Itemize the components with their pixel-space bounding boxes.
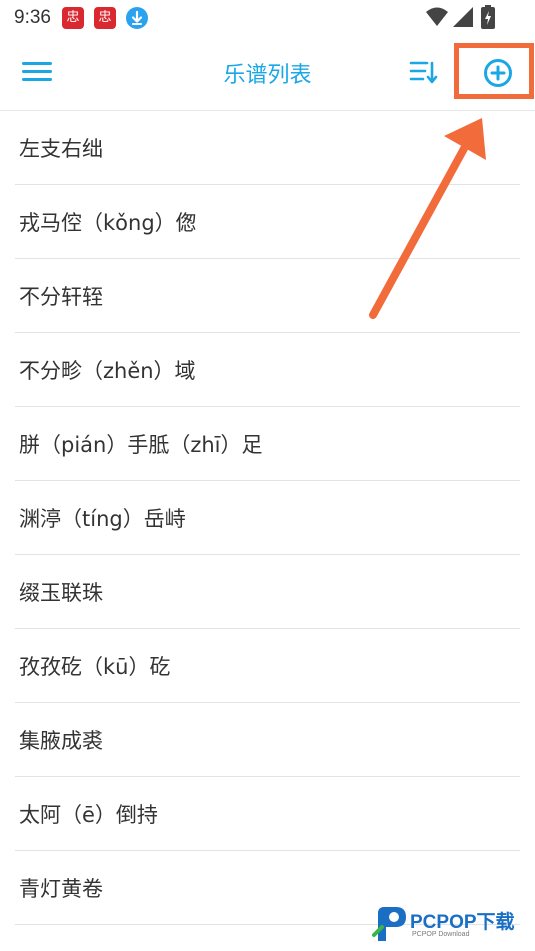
song-title: 左支右绌 <box>19 137 103 161</box>
battery-charging-icon <box>481 5 495 29</box>
add-button[interactable] <box>482 57 514 89</box>
sort-icon <box>409 61 438 84</box>
list-item[interactable]: 左支右绌 <box>0 111 535 185</box>
list-item[interactable]: 不分轩轾 <box>0 259 535 333</box>
song-title: 胼（pián）手胝（zhī）足 <box>19 433 263 457</box>
song-title: 青灯黄卷 <box>19 877 103 901</box>
watermark-subtext: PCPOP Download <box>412 931 470 938</box>
song-title: 孜孜矻（kū）矻 <box>19 655 171 679</box>
list-item[interactable]: 太阿（ē）倒持 <box>0 777 535 851</box>
song-title: 戎马倥（kǒng）偬 <box>19 211 197 235</box>
list-item[interactable]: 青灯黄卷 <box>0 851 535 925</box>
divider <box>15 924 520 925</box>
list-item[interactable]: 不分畛（zhěn）域 <box>0 333 535 407</box>
song-title: 太阿（ē）倒持 <box>19 803 158 827</box>
song-title: 缀玉联珠 <box>19 581 103 605</box>
wifi-icon <box>426 7 448 26</box>
app-notification-icon: 忠 <box>94 7 116 29</box>
song-title: 不分轩轾 <box>19 285 103 309</box>
app-notification-icon: 忠 <box>62 7 84 29</box>
sort-button[interactable] <box>409 58 439 86</box>
app-bar: 乐谱列表 <box>0 36 535 111</box>
list-item[interactable]: 孜孜矻（kū）矻 <box>0 629 535 703</box>
page-title: 乐谱列表 <box>223 63 312 88</box>
signal-icon <box>453 7 473 27</box>
list-item[interactable]: 集腋成裘 <box>0 703 535 777</box>
list-item[interactable]: 戎马倥（kǒng）偬 <box>0 185 535 259</box>
song-title: 集腋成裘 <box>19 729 103 753</box>
add-circle-icon <box>484 59 512 87</box>
screen: 9:36 忠 忠 乐谱列表 左支右绌 戎马倥（kǒng）偬 不分轩轾 不分畛（z… <box>0 0 535 951</box>
download-icon <box>126 7 148 29</box>
list-item[interactable]: 缀玉联珠 <box>0 555 535 629</box>
status-bar: 9:36 忠 忠 <box>0 0 535 36</box>
status-time: 9:36 <box>14 7 51 28</box>
song-title: 渊渟（tíng）岳峙 <box>19 507 186 531</box>
song-title: 不分畛（zhěn）域 <box>19 359 196 383</box>
song-list: 左支右绌戎马倥（kǒng）偬 不分轩轾不分畛（zhěn）域胼（pián）手胝（zh… <box>0 111 535 925</box>
list-item[interactable]: 渊渟（tíng）岳峙 <box>0 481 535 555</box>
list-item[interactable]: 胼（pián）手胝（zhī）足 <box>0 407 535 481</box>
